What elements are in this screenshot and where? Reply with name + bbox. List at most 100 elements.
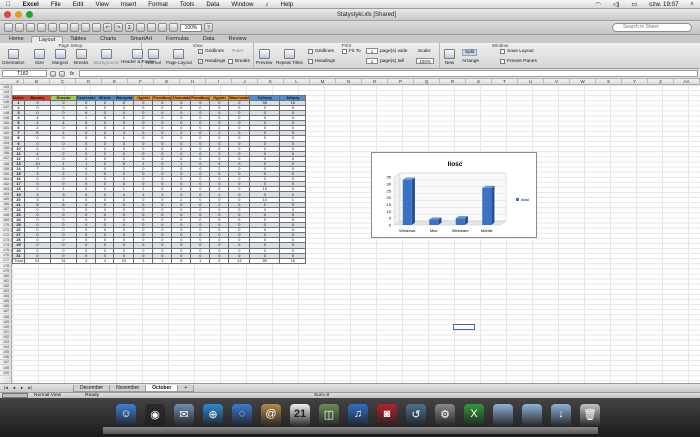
volume-icon[interactable]: ◁) [607, 1, 626, 8]
chart-object[interactable]: Ilość 0 5 10 15 20 25 30 35 Windows Mac Webware Mobi… [371, 152, 537, 238]
apple-menu-icon[interactable]:  [0, 1, 17, 8]
menu-help[interactable]: Help [275, 1, 300, 8]
autosum-icon[interactable]: Σ [125, 23, 134, 32]
copy-icon[interactable] [70, 23, 79, 32]
search-sheet-input[interactable]: Search in Sheet [612, 23, 692, 32]
sheet-tab-november[interactable]: November [109, 384, 147, 392]
new-icon[interactable] [4, 23, 13, 32]
total-cell[interactable]: 5 [171, 257, 192, 264]
system-preferences-icon[interactable]: ⚙ [435, 404, 455, 427]
sheet-tab-december[interactable]: December [73, 384, 111, 392]
next-sheet-icon[interactable]: ▸ [18, 385, 26, 391]
margins-button[interactable]: Margins [52, 49, 68, 65]
finder-icon[interactable]: ☺ [116, 404, 136, 427]
preview-button[interactable]: Preview [256, 49, 272, 65]
close-window-button[interactable] [4, 11, 11, 18]
column-heading[interactable]: Ziemniaki [171, 94, 192, 101]
column-heading[interactable]: Warzywa [113, 94, 135, 101]
total-cell[interactable]: 3 [75, 257, 97, 264]
menu-edit[interactable]: Edit [67, 1, 90, 8]
repeat-titles-button[interactable]: Repeat Titles [276, 49, 303, 65]
column-header-q[interactable]: Q [414, 79, 440, 85]
tab-layout[interactable]: Layout [30, 36, 64, 43]
menu-view[interactable]: View [89, 1, 114, 8]
address-book-icon[interactable]: @ [261, 404, 281, 427]
safari-icon[interactable]: ⊕ [203, 404, 223, 427]
trash-icon[interactable]: 🗑 [580, 404, 600, 427]
column-header-z[interactable]: Z [648, 79, 674, 85]
view-headings-checkbox[interactable]: ✓ Headings [198, 59, 225, 64]
split-button[interactable]: Split [462, 49, 478, 56]
print-headings-checkbox[interactable]: Headings [308, 59, 335, 64]
save-layout-button[interactable]: Save Layout [500, 49, 534, 54]
fit-to-checkbox[interactable]: Fit To [342, 49, 361, 54]
new-window-button[interactable]: New [444, 49, 455, 65]
name-box[interactable]: T182 [2, 70, 47, 77]
size-button[interactable]: Size [34, 49, 45, 65]
menu-window[interactable]: Window [225, 1, 259, 8]
tab-home[interactable]: Home [2, 36, 31, 43]
cancel-formula-icon[interactable] [50, 70, 56, 77]
total-cell[interactable]: 85 [249, 257, 281, 264]
tab-tables[interactable]: Tables [63, 36, 93, 43]
total-cell[interactable]: 1 [190, 257, 211, 264]
total-cell[interactable]: 0 [209, 257, 230, 264]
preview-icon[interactable]: ◫ [319, 404, 339, 427]
spotlight-icon[interactable]: ⌕ [685, 0, 700, 8]
cut-icon[interactable] [59, 23, 68, 32]
menu-tools[interactable]: Tools [174, 1, 200, 8]
column-header-r[interactable]: R [440, 79, 466, 85]
script-menu-icon[interactable]: ♪ [259, 1, 274, 8]
confirm-formula-icon[interactable] [59, 70, 65, 77]
menu-insert[interactable]: Insert [115, 1, 142, 8]
app-menu[interactable]: Excel [17, 1, 45, 8]
menubar-clock[interactable]: czw. 19:07 [643, 1, 684, 8]
total-cell[interactable]: 3 [133, 257, 154, 264]
gallery-icon[interactable] [158, 23, 167, 32]
breaks-button[interactable]: Breaks [74, 49, 88, 65]
normal-view-button[interactable]: Normal [146, 49, 161, 65]
tab-charts[interactable]: Charts [93, 36, 123, 43]
column-header-u[interactable]: U [518, 79, 544, 85]
save-icon[interactable] [26, 23, 35, 32]
total-cell[interactable]: 23 [113, 257, 135, 264]
column-heading[interactable]: Pomidory [190, 94, 211, 101]
battery-icon[interactable]: ▭ [625, 1, 643, 8]
documents-folder-icon[interactable] [522, 404, 542, 427]
first-sheet-icon[interactable]: |◂ [2, 385, 10, 391]
minimize-window-button[interactable] [15, 11, 22, 18]
page-layout-view-button[interactable]: Page Layout [166, 49, 192, 65]
column-header-m[interactable]: M [310, 79, 336, 85]
undo-icon[interactable]: ↶ [103, 23, 112, 32]
column-heading[interactable]: Dzień [12, 94, 25, 101]
total-label-cell[interactable]: Total [12, 257, 25, 264]
column-header-aa[interactable]: AA [674, 79, 700, 85]
menu-format[interactable]: Format [142, 1, 174, 8]
fit-tall-stepper[interactable]: 1 [366, 58, 378, 64]
mail-icon[interactable]: ✉ [174, 404, 194, 427]
prev-sheet-icon[interactable]: ◂ [10, 385, 18, 391]
column-header-p[interactable]: P [388, 79, 414, 85]
column-header-s[interactable]: S [466, 79, 492, 85]
column-heading[interactable]: Marchewki [228, 94, 251, 101]
background-button[interactable]: Background [94, 49, 119, 65]
total-cell[interactable]: 31 [50, 257, 77, 264]
freeze-panes-button[interactable]: Freeze Panes [500, 59, 537, 64]
view-breaks-checkbox[interactable]: Breaks [228, 59, 250, 64]
sheet-tab-october[interactable]: October [145, 384, 179, 392]
scale-stepper[interactable]: 100% [416, 58, 434, 64]
dashboard-icon[interactable]: ◉ [145, 404, 165, 427]
column-heading[interactable]: Pomidory [152, 94, 173, 101]
total-cell[interactable]: 61 [24, 257, 51, 264]
fit-wide-stepper[interactable]: 1 [366, 48, 378, 54]
applications-folder-icon[interactable] [493, 404, 513, 427]
function-icon[interactable]: fx [68, 71, 76, 77]
worksheet-grid[interactable]: ABCDEFGHIJKLMNOPQRSTUVWXYZAAABAC 1431441… [0, 79, 700, 383]
print-gridlines-checkbox[interactable]: Gridlines [308, 49, 334, 54]
print-icon[interactable] [37, 23, 46, 32]
column-header-w[interactable]: W [570, 79, 596, 85]
sort-icon[interactable] [136, 23, 145, 32]
photo-booth-icon[interactable]: ◙ [377, 404, 397, 427]
time-machine-icon[interactable]: ↺ [406, 404, 426, 427]
orientation-button[interactable]: Orientation [2, 49, 24, 65]
